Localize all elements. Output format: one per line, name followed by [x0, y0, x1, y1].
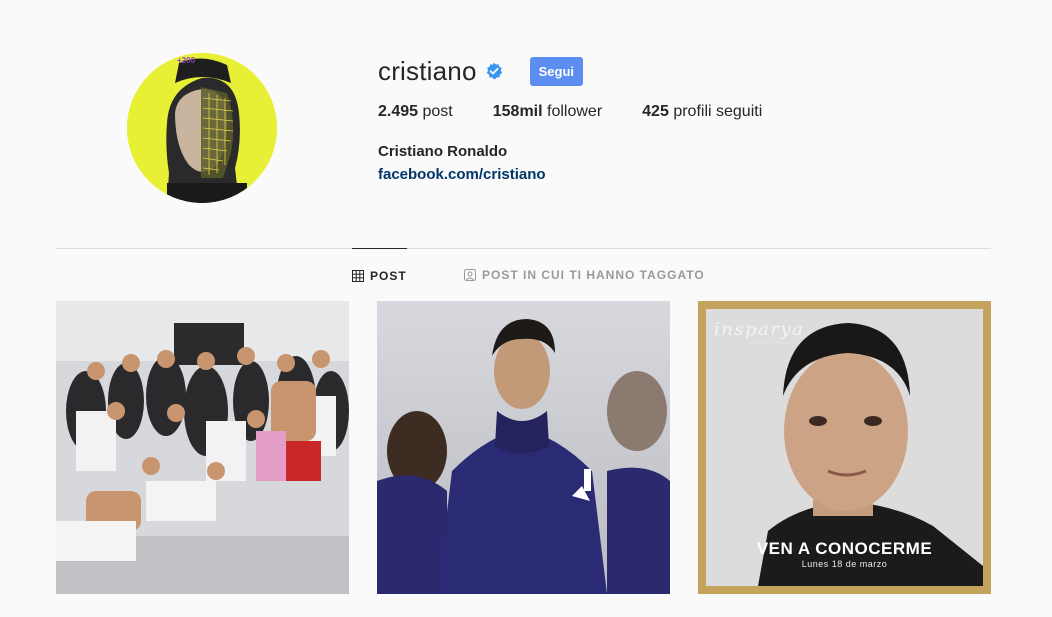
promo-title: VEN A CONOCERME	[756, 539, 933, 558]
profile-stats: 2.495 post 158mil follower 425 profili s…	[378, 103, 802, 121]
promo-subtitle: Lunes 18 de marzo	[801, 559, 888, 569]
bio-link[interactable]: facebook.com/cristiano	[378, 166, 802, 183]
stat-posts: 2.495 post	[378, 103, 453, 121]
tab-posts[interactable]: POST	[352, 248, 407, 302]
posts-count: 2.495	[378, 103, 419, 120]
following-count: 425	[642, 103, 669, 120]
posts-label: post	[422, 103, 453, 120]
post-thumbnail-2[interactable]	[377, 301, 670, 594]
title-row: cristiano Segui	[378, 54, 802, 88]
promo-brand-logo: insparya	[714, 319, 805, 340]
follow-button[interactable]: Segui	[529, 56, 584, 86]
verified-badge-icon	[485, 62, 503, 80]
tagged-person-icon	[464, 269, 476, 281]
tab-tagged-label: POST IN CUI TI HANNO TAGGATO	[482, 268, 705, 282]
stat-followers[interactable]: 158mil follower	[493, 103, 602, 121]
followers-count: 158mil	[492, 103, 543, 120]
tab-posts-label: POST	[370, 268, 407, 283]
followers-label: follower	[547, 103, 603, 120]
profile-page: +200 cristiano Segui 2.495 post 158mil f…	[0, 0, 1052, 617]
profile-avatar[interactable]: +200	[127, 53, 277, 203]
full-name: Cristiano Ronaldo	[378, 143, 508, 160]
post-thumbnail-3[interactable]: insparya HAIR COMPANY VEN A CONOCERME Lu…	[698, 301, 991, 594]
promo-brand-sub: HAIR COMPANY	[748, 341, 799, 347]
avatar-badge-text: +200	[177, 56, 196, 65]
stat-following[interactable]: 425 profili seguiti	[642, 103, 762, 121]
profile-info: cristiano Segui 2.495 post 158mil follow…	[378, 54, 802, 184]
profile-bio: Cristiano Ronaldo facebook.com/cristiano	[378, 143, 802, 183]
following-label: profili seguiti	[673, 103, 763, 120]
username: cristiano	[378, 55, 477, 86]
post-thumbnail-1[interactable]	[56, 301, 349, 594]
tab-tagged[interactable]: POST IN CUI TI HANNO TAGGATO	[464, 248, 705, 302]
grid-icon	[352, 269, 364, 282]
